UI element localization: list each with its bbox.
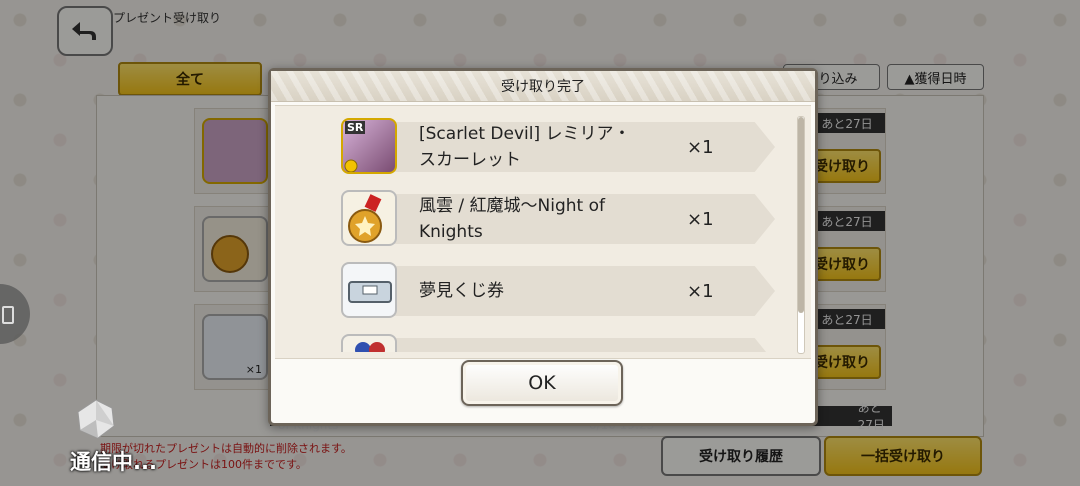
ticket-icon	[341, 262, 397, 318]
communicating-status: 通信中...	[70, 450, 157, 474]
reward-name-line1: [Scarlet Devil] レミリア・	[419, 124, 631, 144]
reward-item: 風雲 / 紅魔城～Night of Knights ×1	[341, 190, 781, 246]
reward-list[interactable]: SR [Scarlet Devil] レミリア・ スカーレット ×1 風雲 / …	[275, 106, 795, 352]
partial-item-icon	[341, 334, 397, 352]
reward-quantity: ×1	[687, 208, 714, 230]
reward-received-dialog: 受け取り完了 SR [Scarlet Devil] レミリア・ スカーレット ×1	[268, 68, 818, 426]
reward-bar	[369, 338, 775, 352]
reward-name-line1: 風雲 / 紅魔城～Night of	[419, 196, 605, 216]
reward-quantity: ×1	[687, 136, 714, 158]
reward-item: SR [Scarlet Devil] レミリア・ スカーレット ×1	[341, 118, 781, 174]
reward-item: 夢見くじ券 ×1	[341, 262, 781, 318]
ok-button[interactable]: OK	[461, 360, 623, 406]
card-portrait-icon: SR	[341, 118, 397, 174]
reward-name: 夢見くじ券	[419, 281, 504, 301]
reward-list-scrollbar[interactable]	[797, 116, 805, 354]
reward-quantity: ×1	[687, 280, 714, 302]
scrollbar-thumb[interactable]	[798, 117, 804, 313]
dialog-title: 受け取り完了	[271, 71, 815, 102]
reward-name-line2: スカーレット	[419, 150, 521, 170]
reward-item	[341, 334, 781, 352]
gold-medal-icon	[341, 190, 397, 246]
reward-name: 風雲 / 紅魔城～Night of Knights	[419, 190, 669, 248]
reward-name-line2: Knights	[419, 222, 483, 242]
reward-name: [Scarlet Devil] レミリア・ スカーレット	[419, 118, 669, 176]
reward-list-panel: SR [Scarlet Devil] レミリア・ スカーレット ×1 風雲 / …	[275, 105, 811, 359]
